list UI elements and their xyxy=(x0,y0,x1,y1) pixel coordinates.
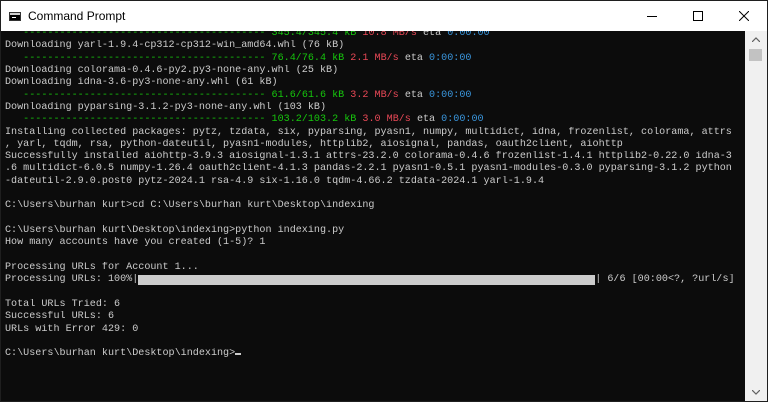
download-amount: 61.6/61.6 kB xyxy=(271,89,345,101)
console-line-text: Total URLs Tried: 6 xyxy=(5,298,121,310)
console-line-text: C:\Users\burhan kurt\Desktop\indexing>py… xyxy=(5,225,345,236)
console-line-text: Downloading pyparsing-3.1.2-py3-none-any… xyxy=(5,101,327,113)
close-button[interactable] xyxy=(721,1,767,31)
console-line: Downloading colorama-0.4.6-py2.py3-none-… xyxy=(5,65,745,77)
console-lines: ----------------------------------------… xyxy=(5,31,745,360)
console-line-text: Downloading idna-3.6-py3-none-any.whl (6… xyxy=(5,77,278,89)
console-line: , yarl, tqdm, rsa, python-dateutil, pyas… xyxy=(5,139,745,151)
console-line-text: Successful URLs: 6 xyxy=(5,311,115,323)
console-line-text: Downloading yarl-1.9.4-cp312-cp312-win_a… xyxy=(5,40,345,52)
eta-value: 0:00:00 xyxy=(429,52,472,64)
terminal-icon xyxy=(9,11,21,21)
console-line: C:\Users\burhan kurt>cd C:\Users\burhan … xyxy=(5,200,745,212)
console-line: How many accounts have you created (1-5)… xyxy=(5,237,745,249)
download-amount: 103.2/103.2 kB xyxy=(271,114,357,126)
download-progress-line: ----------------------------------------… xyxy=(5,31,745,40)
console-line: Successful URLs: 6 xyxy=(5,311,745,323)
processing-progress-line: Processing URLs: 100%| | 6/6 [00:00<?, ?u… xyxy=(5,274,745,286)
console-line: URLs with Error 429: 0 xyxy=(5,324,745,336)
console-line: -dateutil-2.9.0.post0 pytz-2024.1 rsa-4.… xyxy=(5,176,745,188)
title-bar[interactable]: Command Prompt xyxy=(1,1,767,31)
text-cursor xyxy=(235,353,242,356)
console-line: .6 multidict-6.0.5 numpy-1.26.4 oauth2cl… xyxy=(5,163,745,175)
console-line: Downloading idna-3.6-py3-none-any.whl (6… xyxy=(5,77,745,89)
vertical-scrollbar[interactable] xyxy=(745,31,767,401)
eta-value: 0:00:00 xyxy=(447,31,490,39)
eta-label: eta xyxy=(404,52,423,64)
command-prompt-window: Command Prompt -------------------------… xyxy=(0,0,768,402)
maximize-icon xyxy=(693,11,703,21)
console-line-text: -dateutil-2.9.0.post0 pytz-2024.1 rsa-4.… xyxy=(5,175,545,187)
console-line-text: , yarl, tqdm, rsa, python-dateutil, pyas… xyxy=(5,138,623,150)
console-line: C:\Users\burhan kurt\Desktop\indexing>py… xyxy=(5,225,745,237)
download-amount: 345.4/345.4 kB xyxy=(271,31,357,39)
scroll-up-arrow-icon[interactable] xyxy=(745,31,767,48)
download-speed: 3.0 MB/s xyxy=(362,114,411,126)
command-prompt-line: C:\Users\burhan kurt\Desktop\indexing> xyxy=(5,348,745,360)
console-line-text: C:\Users\burhan kurt>cd C:\Users\burhan … xyxy=(5,200,375,212)
close-icon xyxy=(739,11,749,21)
console-line-text: Downloading colorama-0.4.6-py2.py3-none-… xyxy=(5,64,339,76)
console-line-text: Processing URLs for Account 1... xyxy=(5,261,199,273)
scroll-down-arrow-icon[interactable] xyxy=(745,384,767,401)
progress-dashes: ---------------------------------------- xyxy=(23,89,272,101)
console-output[interactable]: ----------------------------------------… xyxy=(1,31,745,401)
progress-label: Processing URLs: 100%| xyxy=(5,274,139,286)
download-speed: 2.1 MB/s xyxy=(350,52,399,64)
progress-dashes: ---------------------------------------- xyxy=(23,31,272,39)
progress-suffix: | 6/6 [00:00<?, ?url/s] xyxy=(595,274,735,286)
download-amount: 76.4/76.4 kB xyxy=(271,52,345,64)
download-speed: 10.8 MB/s xyxy=(362,31,417,39)
console-line: Installing collected packages: pytz, tzd… xyxy=(5,127,745,139)
progress-bar-fill xyxy=(138,275,596,286)
download-progress-line: ----------------------------------------… xyxy=(5,53,745,65)
download-progress-line: ----------------------------------------… xyxy=(5,114,745,126)
eta-label: eta xyxy=(416,114,436,126)
download-speed: 3.2 MB/s xyxy=(350,89,399,101)
maximize-button[interactable] xyxy=(675,1,721,31)
minimize-button[interactable] xyxy=(629,1,675,31)
prompt-path: C:\Users\burhan kurt\Desktop\indexing> xyxy=(5,348,236,360)
console-line-text: URLs with Error 429: 0 xyxy=(5,323,139,335)
console-line: Downloading pyparsing-3.1.2-py3-none-any… xyxy=(5,102,745,114)
console-line-text: .6 multidict-6.0.5 numpy-1.26.4 oauth2cl… xyxy=(5,163,732,175)
eta-label: eta xyxy=(404,89,423,101)
console-line-text: How many accounts have you created (1-5)… xyxy=(5,237,266,249)
eta-value: 0:00:00 xyxy=(441,114,484,126)
console-line: Downloading yarl-1.9.4-cp312-cp312-win_a… xyxy=(5,40,745,52)
console-line: Processing URLs for Account 1... xyxy=(5,262,745,274)
progress-dashes: ---------------------------------------- xyxy=(23,114,272,126)
console-line: Successfully installed aiohttp-3.9.3 aio… xyxy=(5,151,745,163)
scroll-thumb[interactable] xyxy=(749,49,762,61)
progress-dashes: ---------------------------------------- xyxy=(23,52,272,64)
minimize-icon xyxy=(647,16,657,17)
eta-label: eta xyxy=(422,31,442,39)
download-progress-line: ----------------------------------------… xyxy=(5,90,745,102)
window-title: Command Prompt xyxy=(28,9,126,23)
console-line: Total URLs Tried: 6 xyxy=(5,299,745,311)
console-line-text: Installing collected packages: pytz, tzd… xyxy=(5,126,732,138)
eta-value: 0:00:00 xyxy=(429,89,472,101)
console-line-text: Successfully installed aiohttp-3.9.3 aio… xyxy=(5,151,732,163)
